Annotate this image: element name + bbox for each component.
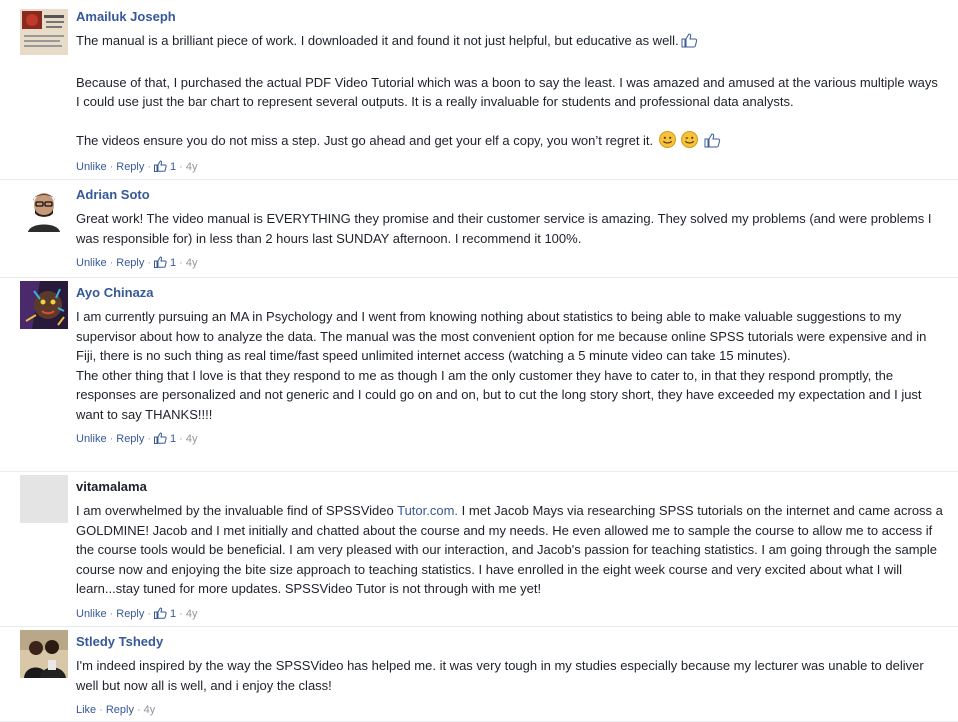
comment-paragraph: Great work! The video manual is EVERYTHI…: [76, 211, 932, 246]
author-name[interactable]: Amailuk Joseph: [76, 9, 176, 25]
like-count[interactable]: 1: [154, 432, 176, 448]
avatar-image: [20, 630, 68, 678]
author-name[interactable]: Adrian Soto: [76, 187, 150, 203]
like-count[interactable]: 1: [154, 606, 176, 623]
comment-body: I am overwhelmed by the invaluable find …: [76, 501, 958, 599]
timestamp[interactable]: 4y: [186, 608, 198, 620]
default-avatar-image: [20, 475, 68, 523]
comment-body: Great work! The video manual is EVERYTHI…: [76, 209, 958, 248]
comment-paragraph: The manual is a brilliant piece of work.…: [76, 31, 944, 54]
comment: Adrian Soto Great work! The video manual…: [0, 180, 958, 278]
comment: Ayo Chinaza I am currently pursuing an M…: [0, 278, 958, 472]
comment-body: I'm indeed inspired by the way the SPSSV…: [76, 656, 958, 695]
author-name[interactable]: Stledy Tshedy: [76, 634, 163, 650]
separator: ·: [109, 257, 114, 269]
like-icon: [154, 606, 167, 623]
avatar[interactable]: [20, 9, 68, 55]
separator: ·: [109, 607, 114, 620]
avatar-image: [20, 184, 68, 232]
like-count[interactable]: 1: [154, 160, 176, 176]
unlike-link[interactable]: Unlike: [76, 161, 107, 173]
avatar[interactable]: [20, 475, 68, 523]
comment-actions: Unlike · Reply · 1 · 4y: [76, 606, 958, 623]
timestamp[interactable]: 4y: [186, 161, 198, 173]
separator: ·: [179, 257, 183, 269]
like-icon: [154, 256, 167, 272]
wink-emoji-icon: [681, 130, 699, 154]
timestamp[interactable]: 4y: [186, 257, 198, 269]
comment-actions: Like · Reply · 4y: [76, 703, 958, 717]
like-count[interactable]: 1: [154, 256, 176, 272]
separator: ·: [147, 433, 152, 445]
comment-paragraph: Because of that, I purchased the actual …: [76, 74, 938, 110]
separator: ·: [136, 704, 141, 716]
reply-link[interactable]: Reply: [116, 161, 144, 173]
comment-body: The manual is a brilliant piece of work.…: [76, 31, 958, 153]
avatar[interactable]: [20, 281, 68, 329]
tutor-com-link[interactable]: Tutor.com.: [397, 503, 458, 518]
avatar-image: [20, 281, 68, 329]
comment-text: I am overwhelmed by the invaluable find …: [76, 503, 398, 518]
reply-link[interactable]: Reply: [106, 704, 134, 716]
comment-paragraph: I'm indeed inspired by the way the SPSSV…: [76, 658, 924, 693]
unlike-link[interactable]: Unlike: [76, 433, 107, 445]
comment-text: The manual is a brilliant piece of work.…: [76, 33, 679, 48]
timestamp[interactable]: 4y: [144, 704, 156, 716]
like-link[interactable]: Like: [76, 704, 96, 716]
avatar[interactable]: [20, 630, 68, 678]
comment-text: The videos ensure you do not miss a step…: [76, 132, 654, 148]
like-icon: [154, 160, 167, 176]
author-name[interactable]: Ayo Chinaza: [76, 285, 154, 301]
like-icon: [154, 432, 167, 448]
comment-paragraph: The videos ensure you do not miss a step…: [76, 130, 944, 154]
separator: ·: [147, 161, 152, 173]
smile-emoji-icon: [658, 130, 676, 154]
author-name: vitamalama: [76, 479, 147, 494]
timestamp[interactable]: 4y: [186, 433, 198, 445]
separator: ·: [99, 704, 103, 716]
comment-paragraph: I am currently pursuing an MA in Psychol…: [76, 309, 927, 363]
separator: ·: [179, 433, 183, 445]
comment-actions: Unlike · Reply · 1 · 4y: [76, 160, 958, 176]
separator: ·: [147, 607, 152, 620]
reply-link[interactable]: Reply: [116, 608, 144, 620]
comment-actions: Unlike · Reply · 1 · 4y: [76, 432, 958, 448]
reply-link[interactable]: Reply: [116, 257, 144, 269]
reply-link[interactable]: Reply: [116, 433, 144, 445]
avatar-image: [20, 9, 68, 55]
comment-body: I am currently pursuing an MA in Psychol…: [76, 307, 958, 424]
unlike-link[interactable]: Unlike: [76, 257, 107, 269]
thumbs-up-icon: [704, 132, 721, 154]
comment-paragraph: I am overwhelmed by the invaluable find …: [76, 501, 944, 599]
separator: ·: [179, 161, 183, 173]
comment-actions: Unlike · Reply · 1 · 4y: [76, 256, 958, 272]
thumbs-up-icon: [681, 32, 698, 54]
comment: vitamalama I am overwhelmed by the inval…: [0, 472, 958, 627]
separator: ·: [109, 433, 114, 445]
comment-paragraph: The other thing that I love is that they…: [76, 367, 922, 422]
avatar[interactable]: [20, 184, 68, 232]
separator: ·: [179, 607, 183, 620]
separator: ·: [109, 161, 114, 173]
unlike-link[interactable]: Unlike: [76, 608, 107, 620]
separator: ·: [147, 257, 152, 269]
comment: Amailuk Joseph The manual is a brilliant…: [0, 0, 958, 180]
comment: Stledy Tshedy I'm indeed inspired by the…: [0, 627, 958, 722]
